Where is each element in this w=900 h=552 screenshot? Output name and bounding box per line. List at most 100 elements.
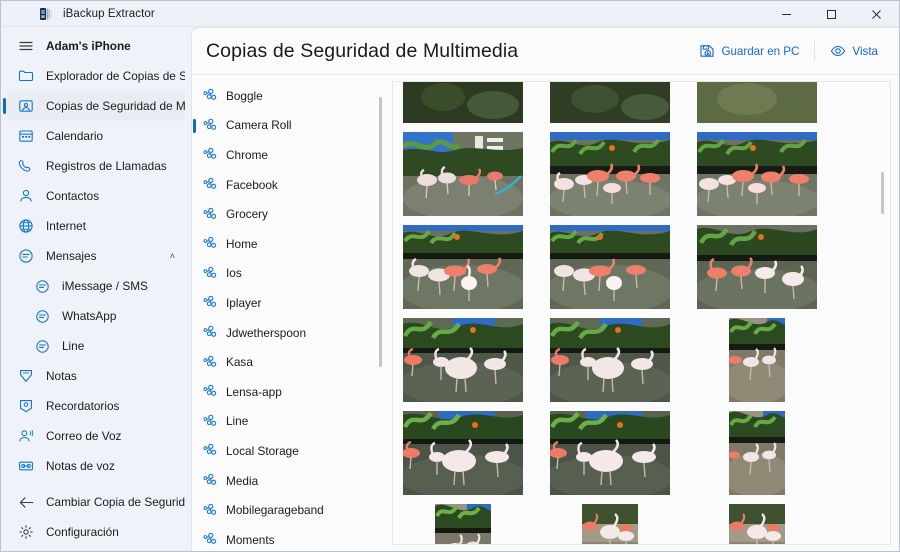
album-link-icon [202,177,218,193]
sidebar-item-voicemail[interactable]: Correo de Voz [7,421,185,451]
album-item-label: Camera Roll [226,118,292,133]
body: Adam's iPhone Explorador de Copias de Se… [1,27,899,551]
sidebar-item-reminders[interactable]: Recordatorios [7,391,185,421]
photo-thumbnail[interactable] [550,318,670,402]
sidebar-item-media-backups[interactable]: Copias de Seguridad de Mul [3,91,185,121]
album-link-glyph [203,237,216,249]
voice-memo-icon [17,457,35,475]
sidebar-item-messages[interactable]: Mensajes ˄ [7,241,185,271]
album-item-boggle[interactable]: Boggle [192,81,388,111]
album-item-local-storage[interactable]: Local Storage [192,436,388,466]
sidebar-item-settings[interactable]: Configuración [7,517,185,547]
album-item-label: Moments [226,532,275,547]
album-item-media[interactable]: Media [192,466,388,496]
minimize-button[interactable] [764,1,809,27]
album-item-label: Chrome [226,147,268,162]
album-item-home[interactable]: Home [192,229,388,259]
photo-thumbnail[interactable] [403,132,523,216]
folder-glyph [18,70,34,82]
album-item-camera-roll[interactable]: Camera Roll [192,111,388,141]
photo-thumbnail[interactable] [435,504,491,544]
photo-thumbnail[interactable] [403,318,523,402]
album-item-line[interactable]: Line [192,407,388,437]
sidebar-item-whatsapp[interactable]: WhatsApp [7,301,185,331]
sidebar-item-notes[interactable]: Notas [7,361,185,391]
sidebar-item-internet[interactable]: Internet [7,211,185,241]
sidebar-item-label: Cambiar Copia de Seguridad [46,495,185,509]
album-link-icon [202,117,218,133]
photo-thumbnail[interactable] [729,318,785,402]
album-item-chrome[interactable]: Chrome [192,140,388,170]
gear-icon [17,523,35,541]
flamingos-shallow-portrait-1-image [729,318,785,402]
sidebar-item-label: iMessage / SMS [62,279,148,293]
content-split: Boggle Camera Roll Chrome Facebook Groce… [192,75,899,551]
sidebar-item-line[interactable]: Line [7,331,185,361]
album-item-grocery[interactable]: Grocery [192,199,388,229]
flamingos-shallow-portrait-2-image [729,411,785,495]
header-divider [814,41,816,61]
album-item-lensa-app[interactable]: Lensa-app [192,377,388,407]
photo-thumbnail[interactable] [550,82,670,123]
album-list-scrollbar[interactable] [376,83,385,543]
album-list-scrollbar-thumb[interactable] [379,97,382,367]
photo-thumbnail[interactable] [550,411,670,495]
album-item-iplayer[interactable]: Iplayer [192,288,388,318]
photo-thumbnail[interactable] [550,132,670,216]
album-item-label: Lensa-app [226,384,282,399]
flamingos-foliage-top-1-image [403,82,523,123]
album-item-label: Facebook [226,177,278,192]
album-item-jdwetherspoon[interactable]: Jdwetherspoon [192,318,388,348]
sidebar-item-calendar[interactable]: Calendario [7,121,185,151]
title-bar: iBackup Extractor [1,1,899,27]
view-button[interactable]: Vista [821,38,887,64]
notes-icon [17,367,35,385]
flamingos-wading-1-image [403,225,523,309]
sidebar-item-contacts[interactable]: Contactos [7,181,185,211]
photo-grid-scrollbar[interactable] [878,86,887,540]
close-button[interactable] [854,1,899,27]
album-item-ios[interactable]: Ios [192,259,388,289]
photo-grid-scrollbar-thumb[interactable] [881,172,884,214]
maximize-button[interactable] [809,1,854,27]
photo-thumbnail[interactable] [582,504,638,544]
sidebar-item-label: Contactos [46,189,100,203]
album-item-label: Ios [226,266,242,281]
sidebar-device-header[interactable]: Adam's iPhone [7,31,185,61]
sidebar-item-change-backup[interactable]: Cambiar Copia de Seguridad [7,487,185,517]
photo-thumbnail[interactable] [729,504,785,544]
flamingos-wading-2-image [550,225,670,309]
sidebar-item-call-logs[interactable]: Registros de Llamadas [7,151,185,181]
phone-icon [17,157,35,175]
photo-thumbnail[interactable] [550,225,670,309]
album-link-icon [202,384,218,400]
album-link-icon [202,295,218,311]
photo-thumbnail[interactable] [403,225,523,309]
flamingos-wading-3-image [697,225,817,309]
media-backup-glyph [19,100,33,112]
save-to-pc-button[interactable]: Guardar en PC [690,38,808,64]
sidebar-item-backup-explorer[interactable]: Explorador de Copias de Seg [7,61,185,91]
photo-thumbnail[interactable] [697,82,817,123]
minimize-icon [782,13,791,15]
flamingos-rocks-portrait-2-image [582,504,638,544]
photo-thumbnail[interactable] [403,82,523,123]
hamburger-menu-icon[interactable] [17,37,35,55]
sidebar-item-voice-memos[interactable]: Notas de voz [7,451,185,481]
sidebar-item-label: Explorador de Copias de Seg [46,69,185,83]
chevron-up-icon[interactable]: ˄ [170,251,175,261]
photo-thumbnail[interactable] [697,225,817,309]
album-link-glyph [203,325,216,337]
photo-thumbnail[interactable] [403,411,523,495]
sidebar-item-imessage-sms[interactable]: iMessage / SMS [7,271,185,301]
photo-thumbnail[interactable] [697,132,817,216]
album-item-mobilegarageband[interactable]: Mobilegarageband [192,495,388,525]
close-icon [872,9,881,19]
album-item-moments[interactable]: Moments [192,525,388,551]
sidebar-item-label: Mensajes [46,249,97,263]
album-item-facebook[interactable]: Facebook [192,170,388,200]
album-item-kasa[interactable]: Kasa [192,347,388,377]
sidebar-item-label: Notas de voz [46,459,115,473]
photo-thumbnail[interactable] [729,411,785,495]
album-link-glyph [203,473,216,485]
